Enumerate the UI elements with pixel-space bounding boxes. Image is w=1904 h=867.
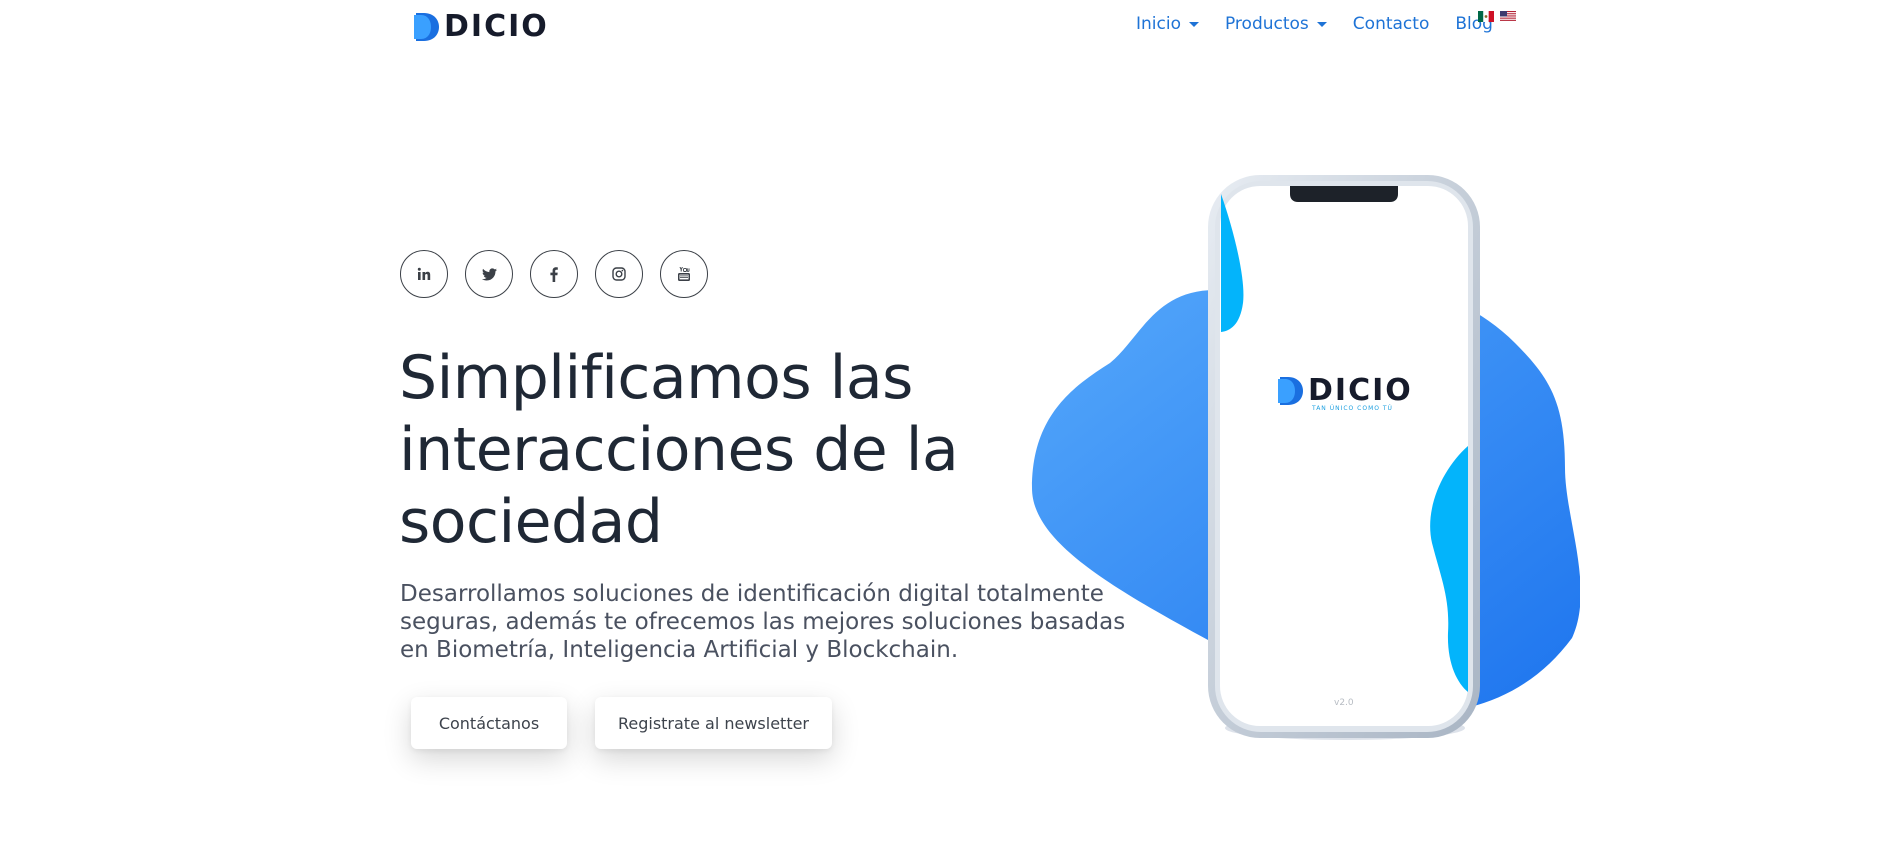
nav-item-label: Inicio xyxy=(1136,14,1181,34)
hero-title: Simplificamos las interacciones de la so… xyxy=(399,342,1099,558)
facebook-icon[interactable] xyxy=(530,250,578,298)
dicio-logo-icon xyxy=(1276,376,1304,406)
phone-notch xyxy=(1290,186,1398,202)
contact-button[interactable]: Contáctanos xyxy=(411,697,567,749)
phone-screen xyxy=(1220,186,1468,726)
nav-item-contacto[interactable]: Contacto xyxy=(1353,14,1430,34)
caret-down-icon xyxy=(1188,22,1199,27)
youtube-icon[interactable] xyxy=(660,250,708,298)
main-nav: Inicio Productos Contacto Blog xyxy=(1136,14,1519,34)
caret-down-icon xyxy=(1316,22,1327,27)
instagram-icon[interactable] xyxy=(595,250,643,298)
hero-title-line: interacciones de la xyxy=(399,415,959,485)
mexico-flag-icon[interactable] xyxy=(1478,11,1494,22)
newsletter-button[interactable]: Registrate al newsletter xyxy=(595,697,832,749)
phone-version: v2.0 xyxy=(1334,698,1354,708)
hero-illustration xyxy=(1032,175,1580,740)
social-links xyxy=(400,250,725,298)
usa-flag-icon[interactable] xyxy=(1500,11,1516,22)
nav-item-inicio[interactable]: Inicio xyxy=(1136,14,1199,34)
language-switcher xyxy=(1478,11,1522,22)
dicio-logo-icon xyxy=(412,12,440,42)
hero-title-line: Simplificamos las xyxy=(399,343,913,413)
brand-logo[interactable]: DICIO xyxy=(412,12,549,42)
hero-title-line: sociedad xyxy=(399,487,663,557)
phone-brand-logo: DICIO xyxy=(1276,376,1413,406)
linkedin-icon[interactable] xyxy=(400,250,448,298)
nav-item-label: Contacto xyxy=(1352,14,1430,34)
nav-item-productos[interactable]: Productos xyxy=(1225,14,1327,34)
navbar: DICIO Inicio Productos Contacto Blog xyxy=(0,0,1904,60)
page: DICIO Inicio Productos Contacto Blog Sim… xyxy=(0,0,1904,867)
twitter-icon[interactable] xyxy=(465,250,513,298)
brand-name: DICIO xyxy=(444,9,549,44)
nav-item-label: Productos xyxy=(1224,14,1309,34)
phone-tagline: TAN ÚNICO COMO TÚ xyxy=(1312,405,1393,412)
phone-brand-name: DICIO xyxy=(1308,373,1413,408)
